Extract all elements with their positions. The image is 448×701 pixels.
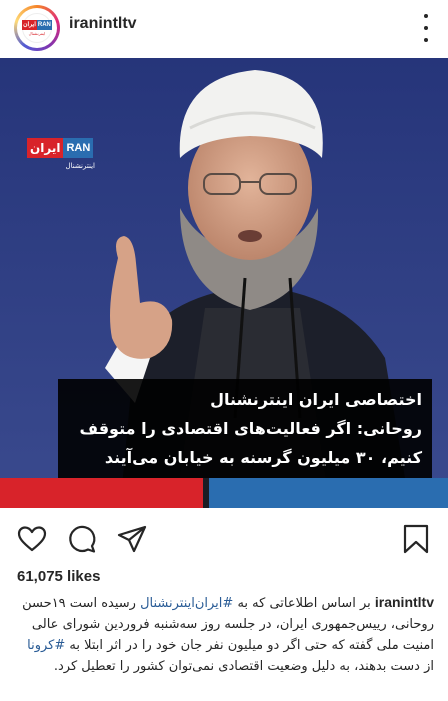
bookmark-icon[interactable] <box>400 523 432 555</box>
image-caption-box: اختصاصی ایران اینترنشنال روحانی: اگر فعا… <box>58 379 432 478</box>
avatar[interactable]: ایران RAN اینترنشنال <box>14 5 60 51</box>
caption-text: بر اساس اطلاعاتی که به <box>233 596 371 611</box>
comment-icon[interactable] <box>66 523 98 555</box>
avatar-logo-en: RAN <box>36 20 52 30</box>
like-count[interactable]: 61,075 likes <box>17 568 100 585</box>
more-options-icon[interactable] <box>422 14 430 42</box>
channel-logo: ایران RAN اینترنشنال <box>27 138 95 170</box>
heart-icon[interactable] <box>16 523 48 555</box>
logo-en: RAN <box>63 138 94 158</box>
avatar-logo: ایران RAN اینترنشنال <box>22 13 52 43</box>
username[interactable]: iranintltv <box>69 15 137 33</box>
image-caption-line: کنیم، ۳۰ میلیون گرسنه به خیابان می‌آیند <box>104 448 422 467</box>
action-bar <box>0 515 448 561</box>
logo-sub: اینترنشنال <box>65 162 95 170</box>
image-caption-line: روحانی: اگر فعالیت‌های اقتصادی را متوقف <box>79 419 422 438</box>
hashtag-link[interactable]: #کرونا <box>27 638 65 653</box>
post-header: ایران RAN اینترنشنال iranintltv <box>0 0 448 58</box>
hashtag-link[interactable]: #ایران‌اینترنشنال <box>140 596 233 611</box>
post-caption: iranintltv بر اساس اطلاعاتی که به #ایران… <box>14 592 434 677</box>
post-image[interactable]: ایران RAN اینترنشنال اختصاصی ایران اینتر… <box>0 58 448 508</box>
logo-fa: ایران <box>27 138 64 158</box>
caption-username[interactable]: iranintltv <box>375 594 434 610</box>
avatar-logo-fa: ایران <box>22 20 37 30</box>
red-stripe <box>0 478 203 508</box>
blue-stripe <box>209 478 448 508</box>
caption-text: از دست بدهند، به دلیل وضعیت اقتصادی نمی‌… <box>53 659 434 674</box>
image-caption-line: اختصاصی ایران اینترنشنال <box>210 390 422 409</box>
avatar-logo-tag: اینترنشنال <box>28 31 46 36</box>
share-icon[interactable] <box>116 523 148 555</box>
